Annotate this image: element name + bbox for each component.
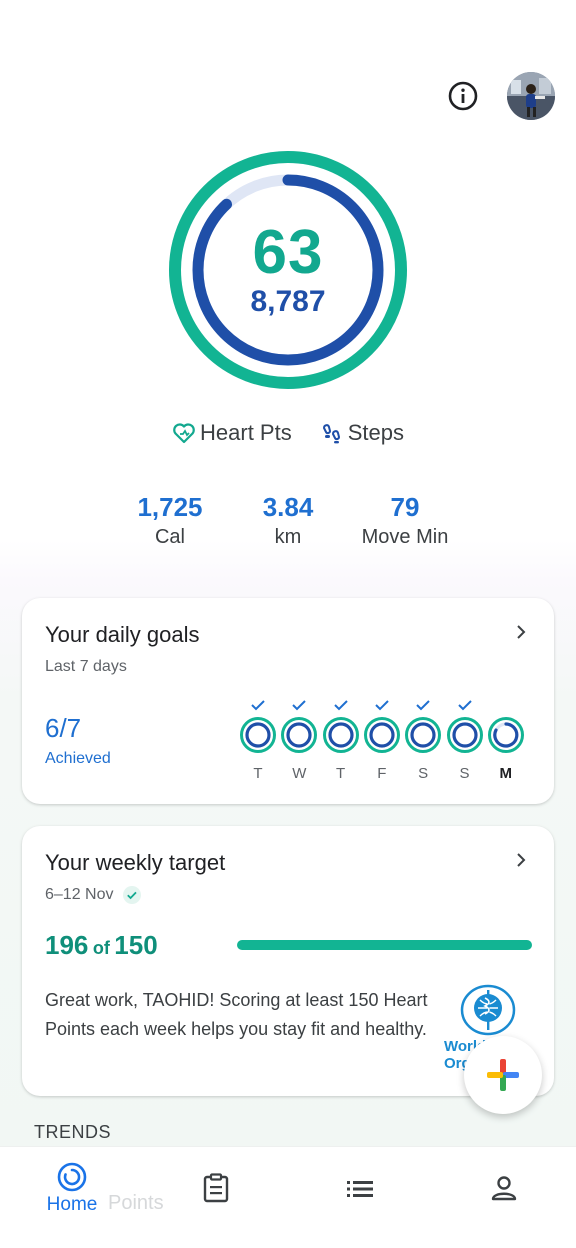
goal-day-label: W bbox=[292, 765, 307, 782]
who-emblem-icon bbox=[460, 984, 516, 1036]
goal-day: W bbox=[280, 698, 318, 782]
check-icon bbox=[457, 700, 472, 711]
weekly-score-value: 196 bbox=[45, 930, 89, 960]
goal-ring-icon bbox=[363, 717, 400, 753]
steps-value: 8,787 bbox=[250, 285, 326, 318]
weekly-target-date: 6–12 Nov bbox=[45, 886, 114, 903]
weekly-message: Great work, TAOHID! Scoring at least 150… bbox=[45, 990, 428, 1039]
goal-ring-icon bbox=[322, 717, 359, 753]
info-icon bbox=[448, 81, 478, 111]
goal-ring-icon bbox=[240, 717, 276, 753]
legend-steps[interactable]: Steps bbox=[320, 420, 404, 446]
info-button[interactable] bbox=[445, 78, 481, 114]
goal-day: S bbox=[446, 698, 484, 782]
heart-points-icon bbox=[173, 423, 195, 444]
weekly-progress-bar bbox=[237, 940, 532, 950]
home-icon bbox=[57, 1162, 87, 1192]
avatar[interactable] bbox=[507, 72, 555, 120]
goal-day-label: T bbox=[336, 765, 346, 782]
goal-day: F bbox=[363, 698, 401, 782]
journal-icon bbox=[203, 1173, 229, 1203]
trends-heading: TRENDS bbox=[34, 1122, 112, 1142]
weekly-score: 196 of 150 bbox=[45, 930, 158, 961]
goal-ring-icon bbox=[281, 717, 318, 753]
goal-day: M bbox=[487, 698, 525, 782]
legend-heart-points[interactable]: Heart Pts bbox=[172, 420, 292, 446]
legend-steps-label: Steps bbox=[347, 420, 404, 445]
goal-ring-icon bbox=[405, 717, 442, 753]
goal-day-label: F bbox=[377, 765, 387, 782]
goal-ring-icon bbox=[446, 717, 483, 753]
weekly-score-target: 150 bbox=[114, 930, 158, 960]
weekly-score-of: of bbox=[92, 938, 110, 958]
profile-icon bbox=[491, 1176, 517, 1201]
weekly-target-title: Your weekly target bbox=[45, 850, 226, 875]
partial-scrolled-text: Points bbox=[108, 1192, 164, 1214]
stat-label: Move Min bbox=[361, 526, 449, 548]
daily-goals-card[interactable]: Your daily goals Last 7 days 6/7 Achieve… bbox=[22, 598, 554, 804]
chevron-right-icon[interactable] bbox=[512, 623, 530, 641]
nav-profile[interactable] bbox=[432, 1147, 576, 1248]
ring-legend: Heart Pts Steps bbox=[0, 420, 576, 446]
bottom-navigation: Home bbox=[0, 1146, 576, 1248]
goal-ring-icon bbox=[487, 717, 524, 753]
goal-day: T bbox=[239, 698, 277, 782]
goal-day-label: T bbox=[253, 765, 263, 782]
goals-achieved-fraction: 6/7 bbox=[45, 713, 82, 743]
ring-center: 63 8,787 bbox=[168, 222, 408, 318]
check-badge-icon bbox=[122, 886, 141, 904]
goal-day-label: S bbox=[459, 765, 470, 782]
add-fab-button[interactable] bbox=[464, 1036, 542, 1114]
check-icon bbox=[416, 700, 430, 711]
goal-day-label: S bbox=[418, 765, 429, 782]
legend-heart-label: Heart Pts bbox=[200, 420, 292, 445]
nav-browse[interactable] bbox=[288, 1147, 432, 1248]
goal-day: T bbox=[322, 698, 360, 782]
top-bar bbox=[0, 70, 576, 122]
plus-icon bbox=[487, 1059, 519, 1091]
goal-day-label: M bbox=[499, 765, 513, 782]
activity-rings[interactable]: 63 8,787 bbox=[168, 150, 408, 390]
goals-achieved-label: Achieved bbox=[45, 750, 111, 767]
goal-day: S bbox=[404, 698, 442, 782]
weekly-target-date-row: 6–12 Nov bbox=[45, 885, 142, 905]
check-icon bbox=[292, 700, 307, 711]
check-icon bbox=[251, 700, 265, 711]
check-icon bbox=[333, 700, 348, 711]
heart-points-value: 63 bbox=[252, 218, 324, 287]
daily-goals-title: Your daily goals bbox=[45, 622, 200, 647]
steps-icon bbox=[322, 424, 340, 444]
stat-value: 79 bbox=[390, 492, 420, 522]
browse-icon bbox=[347, 1181, 373, 1197]
daily-goals-subtitle: Last 7 days bbox=[45, 658, 127, 675]
nav-journal[interactable] bbox=[144, 1147, 288, 1248]
check-icon bbox=[375, 700, 389, 711]
stat-move-minutes[interactable]: 79 Move Min bbox=[335, 492, 475, 549]
chevron-right-icon[interactable] bbox=[512, 851, 530, 869]
